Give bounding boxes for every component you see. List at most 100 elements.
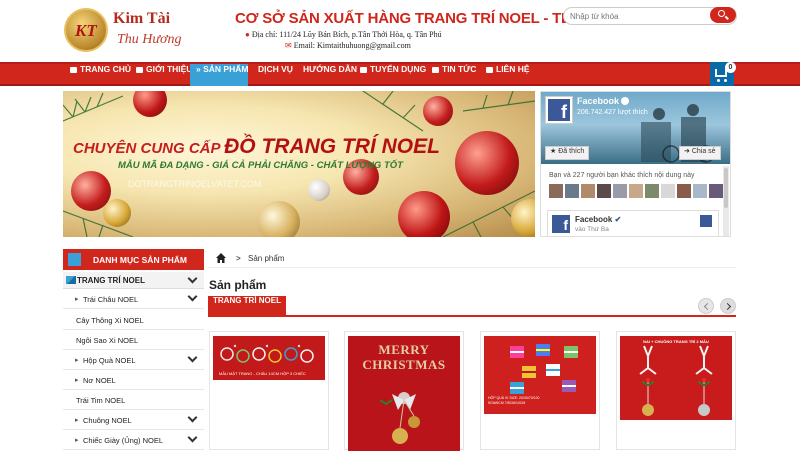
sidebar-item-trai-chau[interactable]: ▸ Trái Châu NOEL [63,289,204,309]
product-image[interactable]: HỘP QUÀ XI SIZE: 20/30/70/100 5CM/6CM 7/… [484,336,596,414]
verified-icon: ✔ [614,215,622,224]
product-card[interactable]: MERRY CHRISTMAS [344,331,464,451]
facebook-post-author-text: Facebook [575,215,613,224]
nav-recruitment[interactable]: TUYỂN DỤNG [354,64,432,86]
avatar[interactable] [645,184,659,198]
nav-services[interactable]: DỊCH VỤ [252,64,299,86]
facebook-liked-button[interactable]: ★ Đã thích [545,146,590,160]
facebook-cover[interactable]: f Facebook 206.742.427 lượt thích ★ Đã t… [541,92,730,164]
nav-label: GIỚI THIỆU [146,64,193,74]
section-header: TRANG TRÍ NOEL [208,296,736,317]
sidebar-item-ngoi-sao[interactable]: Ngôi Sao Xi NOEL [63,330,204,350]
facebook-post[interactable]: f Facebook ✔ vào Thứ Ba [547,210,719,236]
ornament-ball [258,201,300,237]
chevron-down-icon[interactable] [187,352,198,363]
mail-icon: ✉ [285,41,294,50]
caret-right-icon: ▸ [75,296,79,303]
contact-icon [486,67,493,73]
product-image-caption: MERRY CHRISTMAS [362,342,446,372]
product-image[interactable]: MERRY CHRISTMAS [348,336,460,451]
avatar[interactable] [549,184,563,198]
banner-headline-main: ĐỒ TRANG TRÍ NOEL [224,135,440,158]
sidebar-item-trai-tim[interactable]: Trái Tim NOEL [63,390,204,410]
newspaper-icon [432,67,439,73]
facebook-f-icon: f [548,99,570,122]
nav-label: TRANG CHỦ [80,64,131,74]
facebook-scrollbar[interactable] [723,166,729,236]
product-card[interactable]: NAI + CHUÔNG TRANG TRÍ 2 MẪU [616,331,736,450]
product-card[interactable]: MẪU MẬT TRANG - CHÂU 14CM HỘP 3 CHIẾC [209,331,329,450]
location-pin-icon: ● [245,30,252,39]
avatar[interactable] [565,184,579,198]
logo-badge[interactable]: KT [64,8,108,52]
sidebar-item-cay-thong[interactable]: Cây Thông Xi NOEL [63,310,204,330]
avatar[interactable] [709,184,723,198]
facebook-friends-text: Bạn và 227 người bạn khác thích nội dung… [549,172,695,179]
product-image[interactable]: NAI + CHUÔNG TRANG TRÍ 2 MẪU [620,336,732,420]
nav-label: HƯỚNG DẪN [303,64,357,74]
breadcrumb-separator: > [236,254,241,263]
sidebar-item-label: Ngôi Sao Xi NOEL [76,336,139,345]
sidebar-item-label: Hộp Quà NOEL [83,356,136,365]
facebook-page-name[interactable]: Facebook [577,96,630,106]
facebook-share-label: Chia sẻ [691,148,716,155]
sidebar-item-no[interactable]: ▸ Nơ NOEL [63,370,204,390]
product-image-caption: HỘP QUÀ XI SIZE: 20/30/70/100 5CM/6CM 7/… [488,396,540,405]
section-tab-trang-tri-noel[interactable]: TRANG TRÍ NOEL [208,296,286,317]
product-image[interactable]: MẪU MẬT TRANG - CHÂU 14CM HỘP 3 CHIẾC [213,336,325,380]
people-icon [360,67,367,73]
sidebar-item-chuong[interactable]: ▸ Chuông NOEL [63,410,204,430]
nav-label: SẢN PHẨM [203,64,249,74]
home-icon[interactable] [216,253,226,263]
ornament-ball [398,191,450,237]
email-line: ✉ Email: Kimtaithuhuong@gmail.com [285,41,411,50]
info-icon [136,67,143,73]
breadcrumb-current[interactable]: Sản phẩm [248,254,284,263]
avatar[interactable] [677,184,691,198]
nav-about[interactable]: GIỚI THIỆU [130,64,198,86]
carousel-next-button[interactable] [720,298,736,314]
facebook-page-logo[interactable]: f [545,96,573,124]
facebook-likes: 206.742.427 lượt thích [577,109,648,116]
search-input[interactable] [570,10,700,23]
brand-subname: Thu Hương [117,32,182,47]
nav-products[interactable]: » SẢN PHẨM [190,64,248,86]
facebook-post-time: vào Thứ Ba [575,226,609,233]
grid-icon [68,253,81,266]
product-image-art [639,345,713,416]
carousel-prev-button[interactable] [698,298,714,314]
caret-right-icon: ▸ [75,377,79,384]
facebook-share-button[interactable]: ➜ Chia sẻ [679,146,721,160]
chevron-down-icon[interactable] [187,432,198,443]
sidebar-title: DANH MỤC SẢN PHẨM [93,255,187,265]
nav-label: LIÊN HỆ [496,64,530,74]
search-button[interactable] [710,7,736,23]
sidebar-item-hop-qua[interactable]: ▸ Hộp Quà NOEL [63,350,204,370]
sidebar-category-trang-tri-noel[interactable]: TRANG TRÍ NOEL [63,272,204,289]
sidebar-item-label: Trái Tim NOEL [76,396,126,405]
chevron-down-icon[interactable] [187,273,198,284]
facebook-widget: f Facebook 206.742.427 lượt thích ★ Đã t… [540,91,731,237]
sidebar-item-chiec-giay[interactable]: ▸ Chiếc Giày (Ủng) NOEL [63,430,204,450]
avatar[interactable] [597,184,611,198]
verified-icon [621,97,630,105]
avatar[interactable] [693,184,707,198]
avatar[interactable] [581,184,595,198]
nav-contact[interactable]: LIÊN HỆ [480,64,536,86]
avatar[interactable] [629,184,643,198]
caret-right-icon: ▸ [75,417,79,424]
chevron-down-icon[interactable] [187,412,198,423]
caret-right-icon: ▸ [75,357,79,364]
facebook-f-icon: f [552,215,570,233]
sidebar-item-label: Cây Thông Xi NOEL [76,316,144,325]
avatar[interactable] [661,184,675,198]
nav-news[interactable]: TIN TỨC [426,64,482,86]
facebook-post-author: Facebook ✔ [575,215,621,224]
page-title: Sản phẩm [209,278,267,292]
nav-home[interactable]: TRANG CHỦ [64,64,137,86]
banner-headline: CHUYÊN CUNG CẤP ĐỒ TRANG TRÍ NOEL [73,135,440,159]
chevron-down-icon[interactable] [187,291,198,302]
product-card[interactable]: HỘP QUÀ XI SIZE: 20/30/70/100 5CM/6CM 7/… [480,331,600,450]
avatar[interactable] [613,184,627,198]
hero-banner[interactable]: CHUYÊN CUNG CẤP ĐỒ TRANG TRÍ NOEL MẪU MÃ… [63,91,535,237]
